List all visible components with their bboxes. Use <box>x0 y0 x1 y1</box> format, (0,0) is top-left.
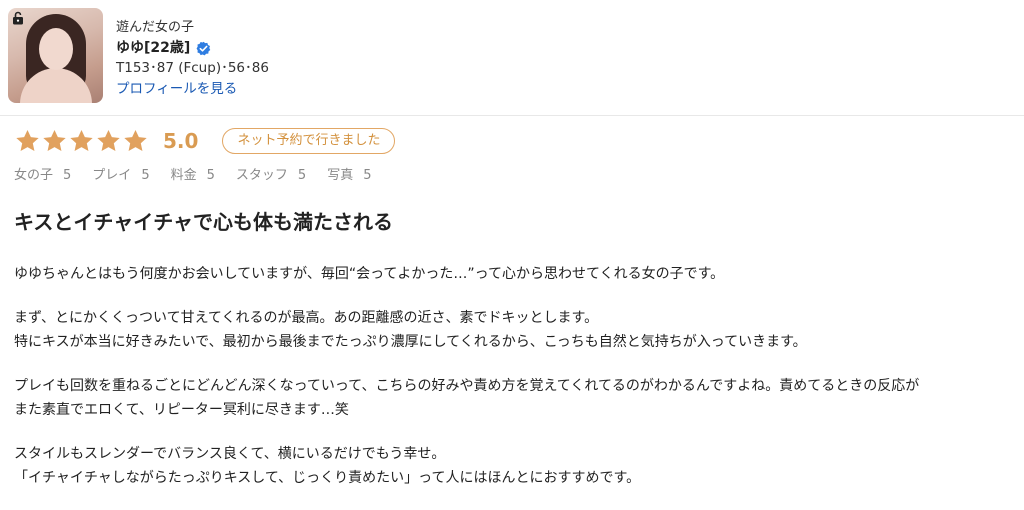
name-row: ゆゆ[22歳] <box>116 38 269 58</box>
girl-name[interactable]: ゆゆ[22歳] <box>116 38 190 58</box>
profile-link[interactable]: プロフィールを見る <box>116 79 237 99</box>
star-icon <box>97 129 120 151</box>
girl-type-label: 遊んだ女の子 <box>116 20 195 35</box>
review-body: ゆゆちゃんとはもう何度かお会いしていますが、毎回“会ってよかった…”って心から思… <box>14 262 1019 510</box>
review-paragraph: ゆゆちゃんとはもう何度かお会いしていますが、毎回“会ってよかった…”って心から思… <box>14 266 725 282</box>
sub-rating-price: 料金 5 <box>170 168 215 183</box>
review-paragraph: まず、とにかくくっついて甘えてくれるのが最高。あの距離感の近さ、素でドキッとしま… <box>14 310 807 350</box>
star-icon <box>124 129 147 151</box>
sub-rating-staff: スタッフ 5 <box>235 168 307 183</box>
unlock-icon <box>13 11 23 25</box>
sub-rating-photo: 写真 5 <box>327 168 372 183</box>
rating-score: 5.0 <box>163 129 199 153</box>
review-paragraph: プレイも回数を重ねるごとにどんどん深くなっていって、こちらの好みや責め方を覚えて… <box>14 378 920 418</box>
sub-ratings: 女の子 5 プレイ 5 料金 5 スタッフ 5 写真 5 <box>14 164 392 183</box>
star-icon <box>16 129 39 151</box>
sub-rating-play: プレイ 5 <box>92 168 150 183</box>
booking-badge: ネット予約で行きました <box>222 128 396 154</box>
girl-specs: T153･87 (Fcup)･56･86 <box>116 60 269 76</box>
verified-check-icon <box>196 41 211 55</box>
star-icon <box>70 129 93 151</box>
star-rating <box>14 128 149 154</box>
reviewer-card: 遊んだ女の子 ゆゆ[22歳] T153･87 (Fcup)･56･86 プロフィ… <box>0 0 1024 116</box>
review-paragraph: スタイルもスレンダーでバランス良くて、横にいるだけでもう幸せ。 「イチャイチャし… <box>14 446 641 486</box>
star-icon <box>43 129 66 151</box>
sub-rating-girl: 女の子 5 <box>14 168 72 183</box>
avatar[interactable] <box>8 8 103 103</box>
rating-row: 5.0 ネット予約で行きました <box>14 128 396 154</box>
reviewer-info: 遊んだ女の子 ゆゆ[22歳] T153･87 (Fcup)･56･86 プロフィ… <box>116 18 269 99</box>
review-title: キスとイチャイチャで心も体も満たされる <box>14 210 393 234</box>
